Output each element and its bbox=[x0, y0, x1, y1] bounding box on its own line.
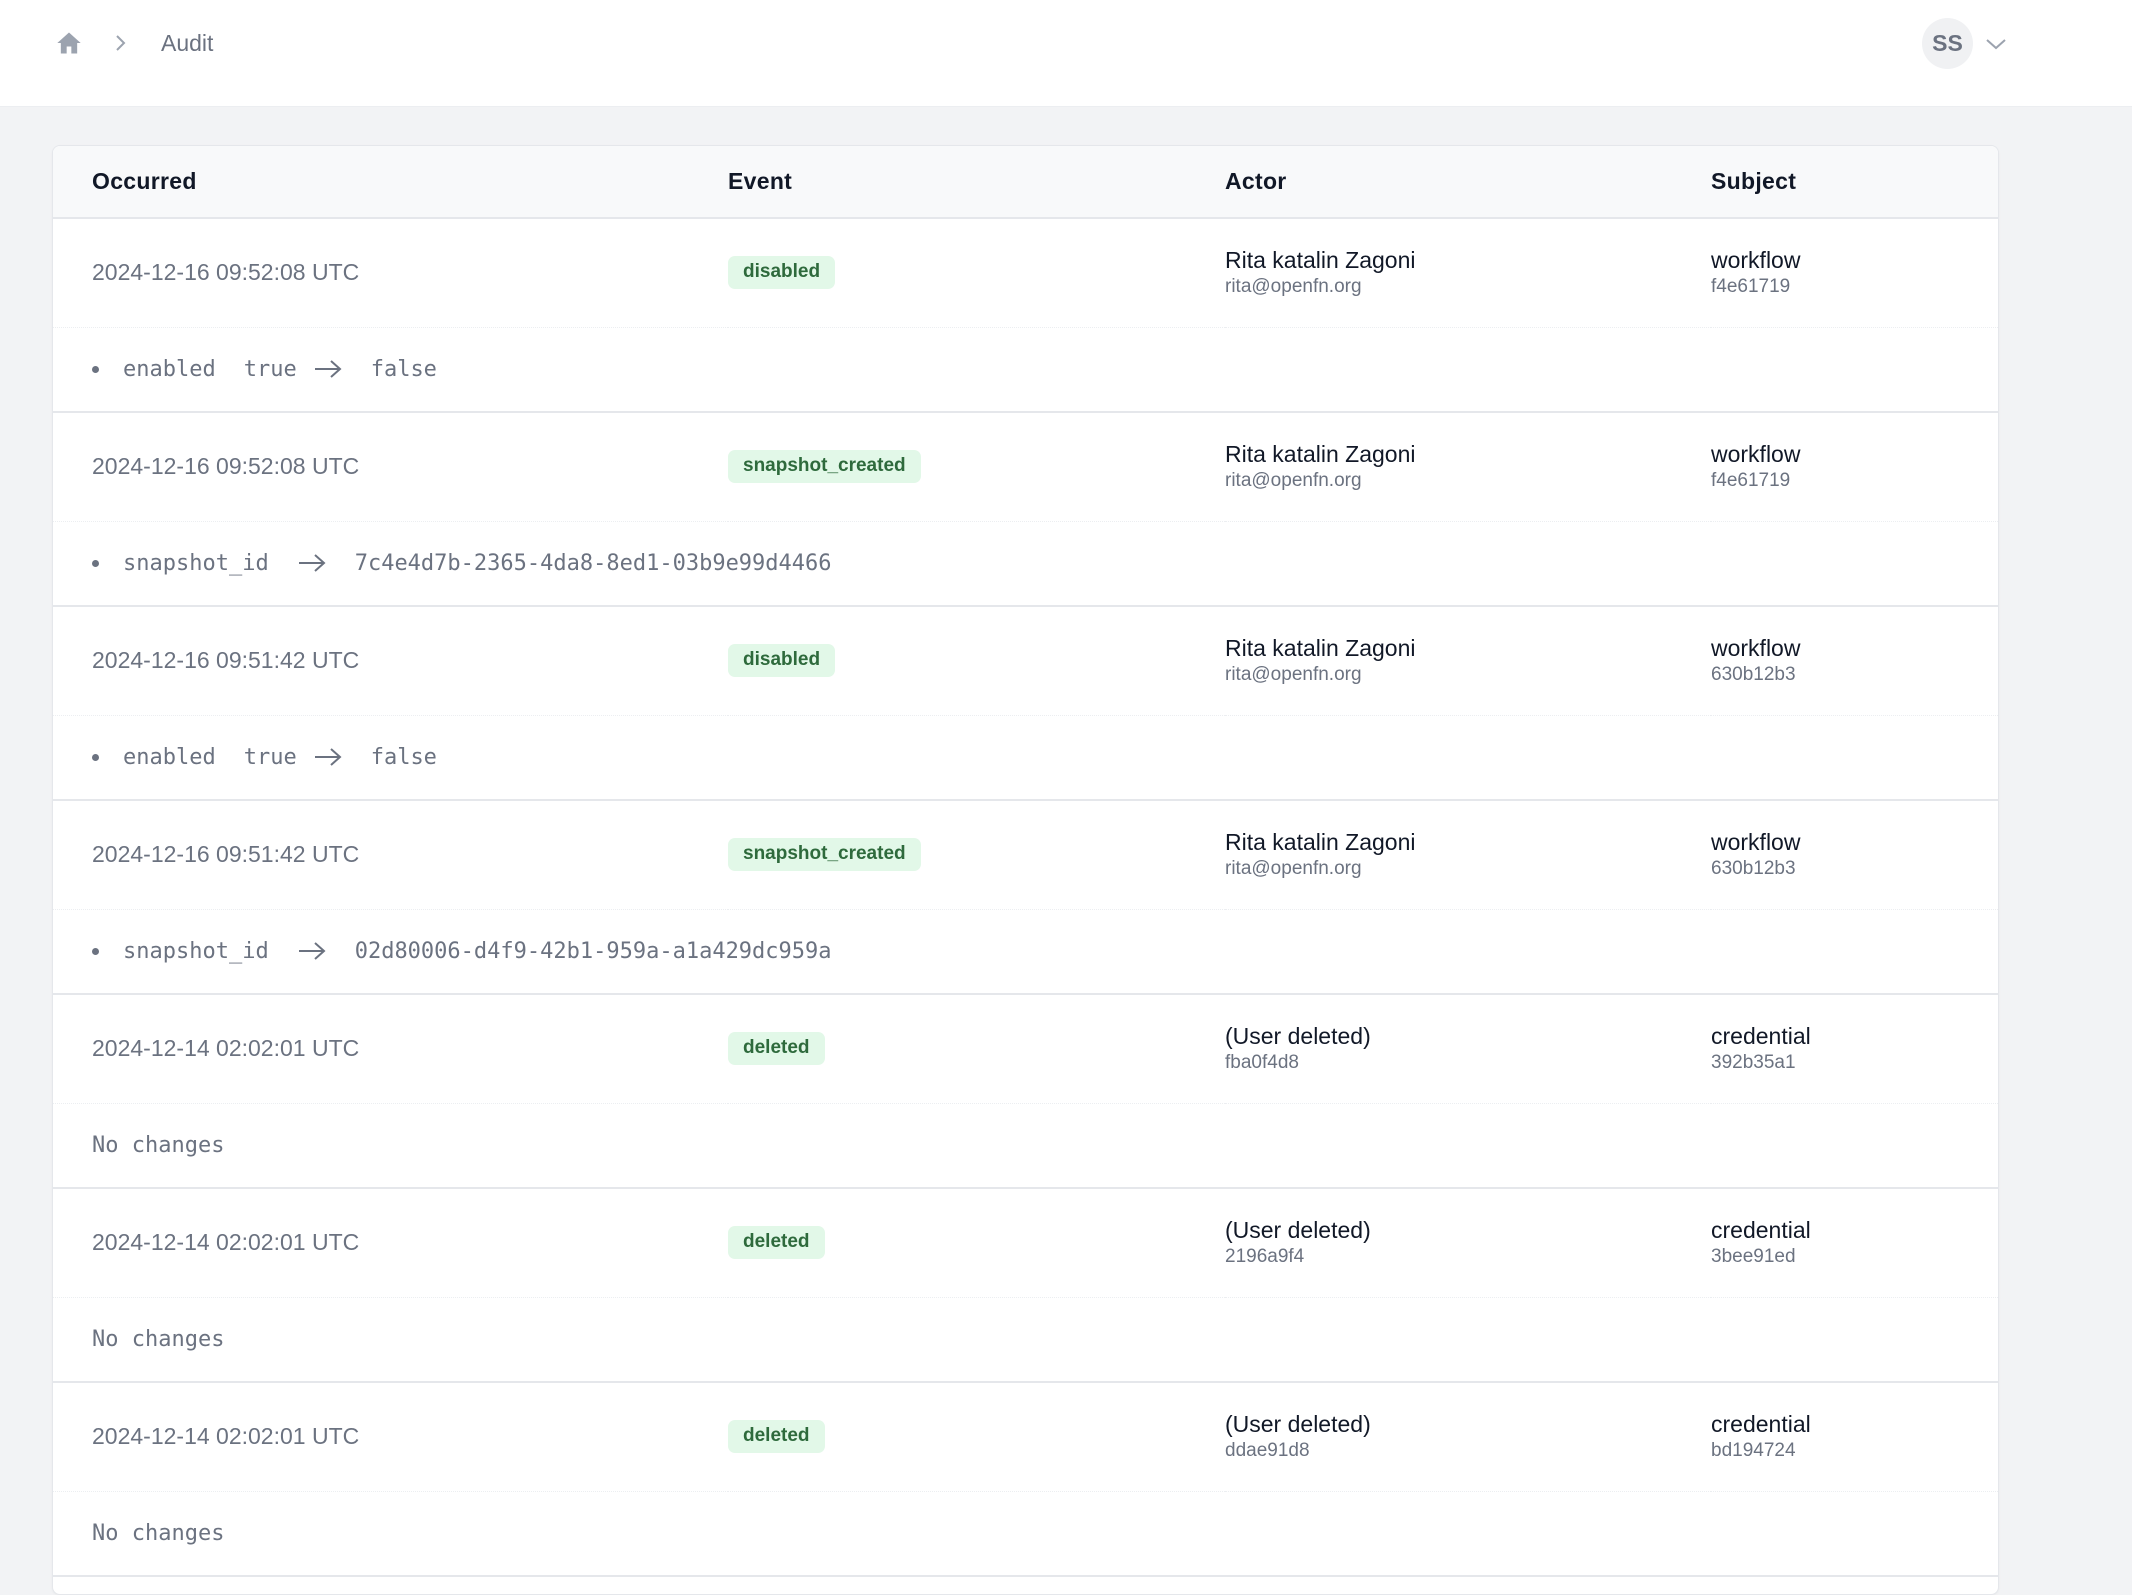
actor-detail: rita@openfn.org bbox=[1225, 663, 1362, 685]
change-after: false bbox=[370, 744, 437, 770]
event-badge: deleted bbox=[728, 1032, 825, 1066]
home-icon[interactable] bbox=[55, 29, 83, 57]
change-row: snapshot_id 02d80006-d4f9-42b1-959a-a1a42… bbox=[53, 909, 1998, 994]
table-row: 2024-12-14 02:02:01 UTC deleted (User de… bbox=[53, 1382, 1998, 1491]
actor-detail: 2196a9f4 bbox=[1225, 1245, 1305, 1267]
subject-type: credential bbox=[1711, 1022, 1811, 1049]
arrow-right-icon bbox=[297, 552, 327, 574]
arrow-right-icon bbox=[313, 358, 343, 380]
occurred-timestamp: 2024-12-14 02:02:01 UTC bbox=[92, 1423, 360, 1450]
table-row: 2024-12-14 02:02:01 UTC deleted (User de… bbox=[53, 994, 1998, 1103]
subject-id: 3bee91ed bbox=[1711, 1245, 1796, 1267]
table-header: Occurred Event Actor Subject bbox=[53, 146, 1998, 218]
subject-type: credential bbox=[1711, 1216, 1811, 1243]
bullet-icon bbox=[92, 753, 99, 761]
event-badge: deleted bbox=[728, 1420, 825, 1454]
audit-table-card: Occurred Event Actor Subject 2024-12-16 … bbox=[52, 145, 1999, 1595]
actor-name: Rita katalin Zagoni bbox=[1225, 634, 1416, 661]
arrow-right-icon bbox=[297, 940, 327, 962]
table-row: 2024-12-14 02:02:01 UTC deleted (User de… bbox=[53, 1188, 1998, 1297]
breadcrumb: Audit bbox=[55, 27, 213, 59]
subject-type: workflow bbox=[1711, 440, 1801, 467]
event-badge: snapshot_created bbox=[728, 838, 921, 872]
change-row: enabled true false bbox=[53, 715, 1998, 800]
change-item: snapshot_id 02d80006-d4f9-42b1-959a-a1a42… bbox=[92, 939, 1998, 964]
no-changes-text: No changes bbox=[92, 1326, 225, 1352]
change-after: 7c4e4d7b-2365-4da8-8ed1-03b9e99d4466 bbox=[354, 550, 832, 576]
bullet-icon bbox=[92, 559, 99, 567]
change-row: snapshot_id 7c4e4d7b-2365-4da8-8ed1-03b9e… bbox=[53, 521, 1998, 606]
audit-table: Occurred Event Actor Subject 2024-12-16 … bbox=[53, 146, 1998, 1577]
occurred-timestamp: 2024-12-14 02:02:01 UTC bbox=[92, 1229, 360, 1256]
chevron-right-icon bbox=[113, 33, 129, 53]
change-item: enabled true false bbox=[92, 357, 1998, 382]
actor-name: (User deleted) bbox=[1225, 1216, 1371, 1243]
change-row: No changes bbox=[53, 1103, 1998, 1188]
chevron-down-icon[interactable] bbox=[1985, 37, 2007, 51]
subject-id: f4e61719 bbox=[1711, 469, 1791, 491]
bullet-icon bbox=[92, 365, 99, 373]
subject-id: bd194724 bbox=[1711, 1439, 1796, 1461]
occurred-timestamp: 2024-12-16 09:52:08 UTC bbox=[92, 453, 360, 480]
actor-detail: rita@openfn.org bbox=[1225, 275, 1362, 297]
table-row: 2024-12-16 09:52:08 UTC snapshot_created… bbox=[53, 412, 1998, 521]
subject-type: workflow bbox=[1711, 634, 1801, 661]
column-header-event: Event bbox=[728, 168, 793, 194]
table-row: 2024-12-16 09:51:42 UTC disabled Rita ka… bbox=[53, 606, 1998, 715]
actor-detail: fba0f4d8 bbox=[1225, 1051, 1299, 1073]
avatar[interactable]: SS bbox=[1922, 18, 1973, 69]
subject-id: 630b12b3 bbox=[1711, 857, 1796, 879]
user-menu[interactable]: SS bbox=[1922, 18, 2007, 69]
change-key: snapshot_id bbox=[123, 938, 269, 964]
column-header-occurred: Occurred bbox=[92, 168, 197, 194]
change-after: 02d80006-d4f9-42b1-959a-a1a429dc959a bbox=[354, 938, 832, 964]
occurred-timestamp: 2024-12-16 09:52:08 UTC bbox=[92, 259, 360, 286]
actor-name: Rita katalin Zagoni bbox=[1225, 440, 1416, 467]
actor-name: (User deleted) bbox=[1225, 1410, 1371, 1437]
change-key: enabled bbox=[123, 744, 216, 770]
actor-detail: ddae91d8 bbox=[1225, 1439, 1310, 1461]
no-changes-text: No changes bbox=[92, 1132, 225, 1158]
actor-name: Rita katalin Zagoni bbox=[1225, 246, 1416, 273]
occurred-timestamp: 2024-12-16 09:51:42 UTC bbox=[92, 841, 360, 868]
event-badge: snapshot_created bbox=[728, 450, 921, 484]
column-header-actor: Actor bbox=[1225, 168, 1287, 194]
table-row: 2024-12-16 09:52:08 UTC disabled Rita ka… bbox=[53, 218, 1998, 327]
subject-id: 392b35a1 bbox=[1711, 1051, 1796, 1073]
actor-name: (User deleted) bbox=[1225, 1022, 1371, 1049]
actor-detail: rita@openfn.org bbox=[1225, 857, 1362, 879]
event-badge: disabled bbox=[728, 644, 836, 678]
table-row: 2024-12-16 09:51:42 UTC snapshot_created… bbox=[53, 800, 1998, 909]
event-badge: disabled bbox=[728, 256, 836, 290]
column-header-subject: Subject bbox=[1711, 168, 1797, 194]
change-row: No changes bbox=[53, 1491, 1998, 1576]
change-item: snapshot_id 7c4e4d7b-2365-4da8-8ed1-03b9e… bbox=[92, 551, 1998, 576]
change-before: true bbox=[243, 744, 297, 770]
top-bar: Audit SS bbox=[0, 0, 2132, 107]
change-key: snapshot_id bbox=[123, 550, 269, 576]
change-item: enabled true false bbox=[92, 745, 1998, 770]
occurred-timestamp: 2024-12-16 09:51:42 UTC bbox=[92, 647, 360, 674]
change-row: No changes bbox=[53, 1297, 1998, 1382]
no-changes-text: No changes bbox=[92, 1520, 225, 1546]
actor-name: Rita katalin Zagoni bbox=[1225, 828, 1416, 855]
breadcrumb-current: Audit bbox=[161, 29, 214, 56]
arrow-right-icon bbox=[313, 746, 343, 768]
subject-id: f4e61719 bbox=[1711, 275, 1791, 297]
occurred-timestamp: 2024-12-14 02:02:01 UTC bbox=[92, 1035, 360, 1062]
subject-type: credential bbox=[1711, 1410, 1811, 1437]
change-key: enabled bbox=[123, 356, 216, 382]
change-row: enabled true false bbox=[53, 327, 1998, 412]
bullet-icon bbox=[92, 947, 99, 955]
change-after: false bbox=[370, 356, 437, 382]
subject-type: workflow bbox=[1711, 246, 1801, 273]
event-badge: deleted bbox=[728, 1226, 825, 1260]
subject-id: 630b12b3 bbox=[1711, 663, 1796, 685]
change-before: true bbox=[243, 356, 297, 382]
actor-detail: rita@openfn.org bbox=[1225, 469, 1362, 491]
subject-type: workflow bbox=[1711, 828, 1801, 855]
